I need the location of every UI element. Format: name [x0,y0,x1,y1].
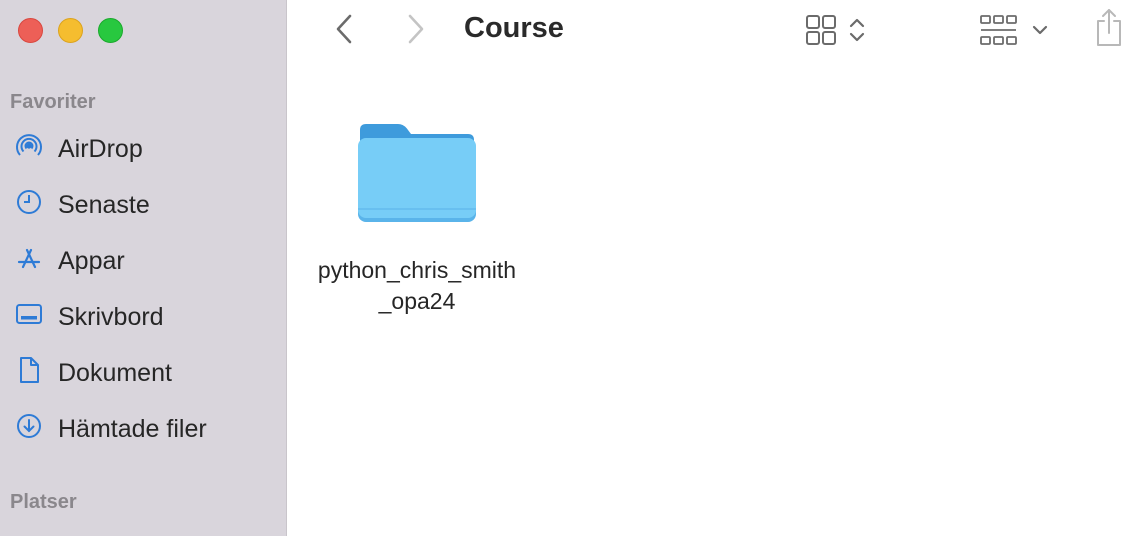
chevron-left-icon [336,14,352,44]
download-icon [14,411,44,448]
sidebar-item-label: Hämtade filer [58,414,207,443]
apps-icon [14,243,44,280]
favorites-heading: Favoriter [10,91,96,113]
desktop-icon [14,299,44,336]
window-controls [18,18,123,43]
group-by-button[interactable] [977,10,1053,50]
airdrop-icon [14,131,44,168]
sidebar-item-documents[interactable]: Dokument [14,353,172,393]
document-icon [14,355,44,392]
sidebar-item-apps[interactable]: Appar [14,241,125,281]
zoom-window-button[interactable] [98,18,123,43]
group-view-icon [980,15,1017,45]
back-button[interactable] [327,12,361,46]
sidebar-item-desktop[interactable]: Skrivbord [14,297,164,337]
folder-item[interactable]: python_chris_smith_opa24 [317,120,517,317]
clock-icon [14,187,44,224]
folder-icon [358,124,476,222]
window-title: Course [464,12,564,44]
sidebar-item-label: Senaste [58,190,150,219]
chevron-down-icon [1032,25,1048,35]
sidebar-item-downloads[interactable]: Hämtade filer [14,409,207,449]
content-area: Course python_chris_smith_opa24 [287,0,1126,536]
sidebar-item-airdrop[interactable]: AirDrop [14,129,143,169]
minimize-window-button[interactable] [58,18,83,43]
share-button[interactable] [1091,6,1126,48]
places-heading: Platser [10,491,77,513]
sidebar-item-label: Appar [58,246,125,275]
chevron-right-icon [408,14,424,44]
sidebar: Favoriter AirDrop Senaste Appar Skrivbor… [0,0,287,536]
close-window-button[interactable] [18,18,43,43]
up-down-chevron-icon [849,18,865,42]
folder-name: python_chris_smith_opa24 [317,257,517,314]
view-mode-button[interactable] [801,12,871,48]
forward-button[interactable] [399,12,433,46]
sidebar-item-label: AirDrop [58,134,143,163]
sidebar-item-recent[interactable]: Senaste [14,185,150,225]
icon-view-grid-icon [806,15,836,45]
share-icon [1097,9,1121,46]
sidebar-item-label: Dokument [58,358,172,387]
sidebar-item-label: Skrivbord [58,302,164,331]
